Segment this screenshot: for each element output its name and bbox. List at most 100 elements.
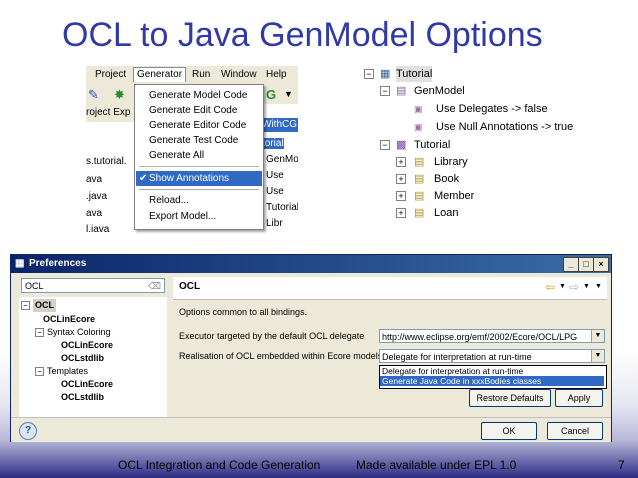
collapse-icon[interactable]: − — [35, 328, 44, 337]
list-item[interactable]: Tutorial — [266, 202, 298, 213]
tree-row-class[interactable]: + ▤ Library — [358, 154, 590, 170]
genmodel-icon: ▤ — [396, 85, 407, 97]
collapse-icon[interactable]: − — [380, 86, 390, 96]
tree-row-annotation[interactable]: ▣ Use Null Annotations -> true — [358, 119, 590, 135]
genmodel-tree-screenshot: − ▦ Tutorial − ▤ GenModel ▣ Use Delegate… — [358, 66, 590, 224]
collapse-icon[interactable]: − — [35, 367, 44, 376]
collapse-icon[interactable]: − — [21, 301, 30, 310]
list-item[interactable]: GenMoc — [266, 154, 298, 165]
annotation-icon: ▣ — [414, 122, 423, 132]
view-menu-icon[interactable]: ▼ — [595, 283, 602, 290]
tree-label: Use Null Annotations -> true — [436, 121, 574, 133]
list-item[interactable]: Use — [266, 186, 284, 197]
list-item[interactable]: l.iava — [86, 224, 109, 234]
footer-center: Made available under EPL 1.0 — [356, 458, 517, 472]
executor-combo[interactable]: http://www.eclipse.org/emf/2002/Ecore/OC… — [379, 329, 605, 343]
forward-icon[interactable]: ⇨ — [569, 280, 579, 294]
tree-row-t-oclinecore[interactable]: OCLinEcore — [61, 378, 113, 391]
tree-row-class[interactable]: + ▤ Loan — [358, 205, 590, 221]
expand-icon[interactable]: + — [396, 191, 406, 201]
generate-editor-code-item[interactable]: Generate Editor Code — [149, 118, 246, 133]
realisation-label: Realisation of OCL embedded within Ecore… — [179, 351, 383, 361]
tree-row-annotation[interactable]: ▣ Use Delegates -> false — [358, 101, 590, 117]
list-item[interactable]: .java — [86, 191, 107, 202]
refresh-icon[interactable]: G — [266, 87, 276, 102]
pane-header: OCL ⇦ ▼ ⇨ ▼ ▼ — [173, 277, 607, 300]
expand-icon[interactable]: + — [396, 208, 406, 218]
list-item[interactable]: ava — [86, 174, 102, 185]
wand-icon[interactable]: ✎ — [88, 87, 99, 103]
tree-label: Library — [434, 156, 468, 168]
generator-menu-screenshot: Project Generator Run Window Help ✎ ✸ G … — [86, 66, 298, 234]
export-model-item[interactable]: Export Model... — [149, 209, 216, 224]
executor-label: Executor targeted by the default OCL del… — [179, 331, 365, 341]
tree-label: Loan — [434, 207, 459, 219]
apply-button[interactable]: Apply — [555, 389, 603, 407]
cancel-button[interactable]: Cancel — [547, 422, 603, 440]
show-annotations-label: Show Annotations — [149, 173, 230, 184]
list-item[interactable]: Use — [266, 170, 284, 181]
generate-test-code-item[interactable]: Generate Test Code — [149, 133, 238, 148]
expand-icon[interactable]: + — [396, 174, 406, 184]
tree-row-package[interactable]: − ▩ Tutorial — [358, 137, 590, 153]
restore-defaults-button[interactable]: Restore Defaults — [469, 389, 551, 407]
ok-button[interactable]: OK — [481, 422, 537, 440]
tree-row-t-oclstdlib[interactable]: OCLstdlib — [61, 391, 104, 404]
tree-row-sc-oclstdlib[interactable]: OCLstdlib — [61, 352, 104, 365]
list-item[interactable]: Libr — [266, 218, 283, 229]
realisation-option[interactable]: Delegate for interpretation at run-time — [382, 366, 523, 376]
realisation-value: Delegate for interpretation at run-time — [382, 352, 532, 362]
list-item[interactable]: torial — [262, 138, 284, 149]
generator-dropdown: Generate Model Code Generate Edit Code G… — [134, 84, 264, 230]
chevron-down-icon[interactable]: ▼ — [583, 283, 590, 290]
ocl-preference-pane: OCL ⇦ ▼ ⇨ ▼ ▼ Options common to all bind… — [173, 277, 607, 419]
tree-row-oclinecore[interactable]: OCLinEcore — [43, 313, 95, 326]
preferences-icon: ▦ — [15, 258, 25, 269]
bug-icon[interactable]: ✸ — [114, 87, 125, 103]
maximize-button[interactable]: □ — [578, 257, 594, 272]
expand-icon[interactable]: + — [396, 157, 406, 167]
show-annotations-item[interactable]: ✔ Show Annotations — [136, 171, 262, 186]
dialog-titlebar: ▦ Preferences _ □ × — [11, 255, 611, 273]
chevron-down-icon[interactable]: ▼ — [284, 89, 293, 99]
generate-all-item[interactable]: Generate All — [149, 148, 204, 163]
collapse-icon[interactable]: − — [380, 140, 390, 150]
close-button[interactable]: × — [593, 257, 609, 272]
filter-value: OCL — [25, 281, 44, 291]
menu-window[interactable]: Window — [218, 68, 260, 82]
list-item[interactable]: ava — [86, 208, 102, 219]
executor-value: http://www.eclipse.org/emf/2002/Ecore/OC… — [382, 332, 578, 342]
tree-row-genmodel[interactable]: − ▤ GenModel — [358, 83, 590, 99]
tree-label: OCL — [33, 299, 56, 312]
chevron-down-icon[interactable]: ▼ — [559, 283, 566, 290]
tree-row-sc-oclinecore[interactable]: OCLinEcore — [61, 339, 113, 352]
reload-item[interactable]: Reload... — [149, 193, 189, 208]
menu-generator[interactable]: Generator — [133, 67, 187, 82]
generate-edit-code-item[interactable]: Generate Edit Code — [149, 103, 237, 118]
help-button[interactable]: ? — [19, 422, 37, 440]
menu-run[interactable]: Run — [189, 68, 213, 82]
minimize-button[interactable]: _ — [563, 257, 579, 272]
filter-input[interactable]: OCL ⌫ — [21, 278, 165, 293]
editor-tab-withcg[interactable]: WithCG — [262, 118, 298, 132]
tree-label: Syntax Coloring — [47, 327, 111, 337]
collapse-icon[interactable]: − — [364, 69, 374, 79]
tree-row-class[interactable]: + ▤ Member — [358, 188, 590, 204]
chevron-down-icon[interactable]: ▼ — [591, 330, 604, 342]
menu-project[interactable]: Project — [92, 68, 129, 82]
list-item[interactable]: s.tutorial. — [86, 156, 127, 167]
tree-label: GenModel — [414, 85, 465, 97]
generate-model-code-item[interactable]: Generate Model Code — [149, 88, 247, 103]
menu-help[interactable]: Help — [263, 68, 290, 82]
realisation-combo[interactable]: Delegate for interpretation at run-time … — [379, 349, 605, 363]
tree-row-class[interactable]: + ▤ Book — [358, 171, 590, 187]
package-icon: ▩ — [396, 139, 407, 151]
pane-title: OCL — [179, 281, 201, 292]
realisation-option[interactable]: Generate Java Code in xxxBodies classes — [380, 376, 604, 386]
project-explorer-tab[interactable]: roject Exp — [86, 104, 134, 122]
chevron-down-icon[interactable]: ▼ — [591, 350, 604, 362]
class-icon: ▤ — [414, 207, 425, 219]
clear-filter-icon[interactable]: ⌫ — [148, 279, 161, 294]
back-icon[interactable]: ⇦ — [545, 280, 555, 294]
tree-row-root[interactable]: − ▦ Tutorial — [358, 66, 590, 82]
